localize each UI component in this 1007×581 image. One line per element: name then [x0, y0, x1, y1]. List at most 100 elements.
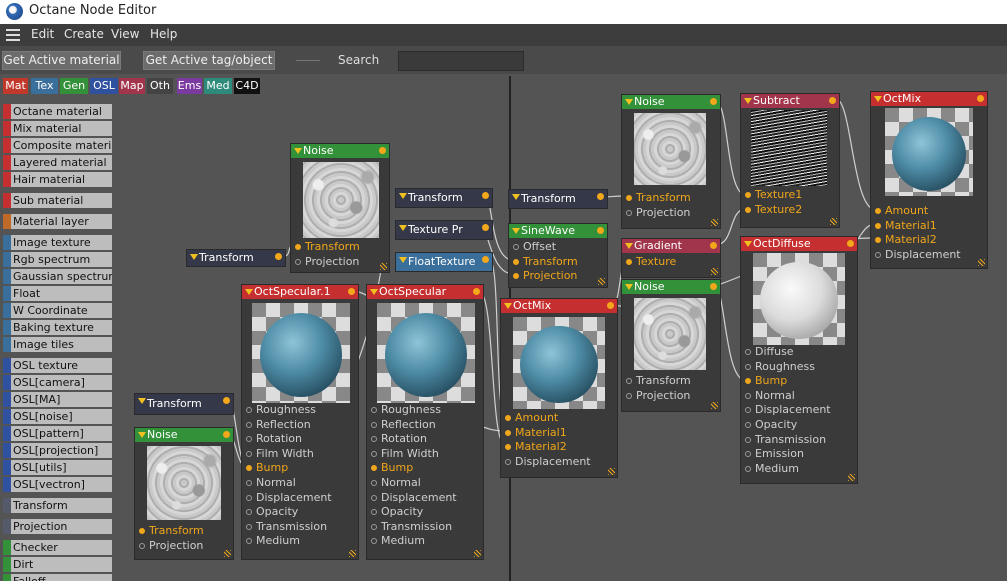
node-header[interactable]: Noise	[622, 280, 720, 294]
node-header[interactable]: Noise	[291, 144, 389, 158]
output-port-icon[interactable]	[482, 192, 489, 199]
node-header[interactable]: FloatTexture	[396, 253, 492, 271]
collapse-triangle-icon[interactable]	[874, 96, 882, 102]
input-pin[interactable]: Medium	[369, 534, 425, 548]
resize-handle-icon[interactable]	[711, 219, 718, 226]
collapse-triangle-icon[interactable]	[399, 193, 407, 199]
input-port-icon[interactable]	[371, 509, 377, 516]
output-port-icon[interactable]	[473, 288, 480, 295]
input-port-icon[interactable]	[246, 538, 252, 545]
sidebar-item[interactable]: Rgb spectrum	[3, 252, 112, 267]
node-octspecular-1[interactable]: OctSpecular.1 Roughness Reflection Rotation…	[241, 284, 359, 560]
sidebar-item[interactable]: Float	[3, 286, 112, 301]
input-pin[interactable]: Texture2	[743, 203, 802, 217]
collapse-triangle-icon[interactable]	[138, 398, 146, 404]
output-port-icon[interactable]	[597, 193, 604, 200]
input-pin[interactable]: Bump	[369, 461, 413, 475]
menu-help[interactable]: Help	[150, 27, 177, 41]
collapse-triangle-icon[interactable]	[399, 225, 407, 231]
input-pin[interactable]: Material2	[873, 233, 937, 247]
input-port-icon[interactable]	[745, 436, 751, 443]
resize-handle-icon[interactable]	[711, 268, 718, 275]
hamburger-menu-icon[interactable]	[6, 29, 20, 41]
collapse-triangle-icon[interactable]	[245, 289, 253, 295]
input-pin[interactable]: Displacement	[369, 491, 457, 505]
input-pin[interactable]: Diffuse	[743, 345, 794, 359]
input-port-icon[interactable]	[371, 538, 377, 545]
node-octmix[interactable]: OctMix Amount Material1 Material2 Displaceme…	[870, 91, 988, 269]
input-port-icon[interactable]	[505, 415, 511, 421]
node-texture-pr[interactable]: Texture Pr	[395, 220, 493, 240]
input-port-icon[interactable]	[626, 209, 632, 216]
input-pin[interactable]: Transform	[624, 374, 691, 388]
sidebar-item[interactable]: Baking texture	[3, 320, 112, 335]
input-port-icon[interactable]	[513, 258, 519, 265]
resize-handle-icon[interactable]	[474, 550, 481, 557]
collapse-triangle-icon[interactable]	[370, 289, 378, 295]
node-header[interactable]: Transform	[187, 250, 285, 266]
category-tab-7[interactable]: Med	[204, 78, 232, 94]
output-port-icon[interactable]	[223, 431, 230, 438]
node-noise[interactable]: Noise Transform Projection	[290, 143, 390, 273]
node-octdiffuse[interactable]: OctDiffuse Diffuse Roughness Bump Normal Disp…	[740, 236, 858, 484]
input-port-icon[interactable]	[246, 523, 252, 530]
output-port-icon[interactable]	[379, 147, 386, 154]
node-header[interactable]: OctSpecular	[367, 285, 483, 299]
input-port-icon[interactable]	[246, 509, 252, 516]
output-port-icon[interactable]	[482, 224, 489, 231]
input-port-icon[interactable]	[745, 349, 751, 355]
collapse-triangle-icon[interactable]	[294, 148, 302, 154]
sidebar-item[interactable]: Layered material	[3, 155, 112, 170]
input-pin[interactable]: Normal	[743, 389, 795, 403]
collapse-triangle-icon[interactable]	[625, 284, 633, 290]
sidebar-item[interactable]: Hair material	[3, 172, 112, 187]
node-header[interactable]: Transform	[509, 190, 607, 208]
node-header[interactable]: Transform	[135, 394, 233, 414]
menu-create[interactable]: Create	[64, 27, 104, 41]
input-port-icon[interactable]	[371, 421, 377, 428]
input-port-icon[interactable]	[875, 237, 881, 244]
input-pin[interactable]: Material1	[873, 219, 937, 233]
sidebar-item[interactable]: Transform	[3, 498, 112, 513]
input-port-icon[interactable]	[745, 465, 751, 472]
input-port-icon[interactable]	[371, 407, 377, 413]
input-port-icon[interactable]	[745, 392, 751, 399]
input-port-icon[interactable]	[875, 208, 881, 214]
input-pin[interactable]: Texture	[624, 255, 676, 269]
input-pin[interactable]: Transform	[137, 524, 204, 538]
input-port-icon[interactable]	[246, 421, 252, 428]
input-port-icon[interactable]	[505, 444, 511, 451]
input-pin[interactable]: Material1	[503, 426, 567, 440]
node-floattexture[interactable]: FloatTexture	[395, 252, 493, 272]
category-tab-6[interactable]: Ems	[177, 78, 202, 94]
category-tab-0[interactable]: Mat	[3, 78, 28, 94]
input-port-icon[interactable]	[513, 244, 519, 250]
node-octspecular[interactable]: OctSpecular Roughness Reflection Rotation Fi…	[366, 284, 484, 560]
node-header[interactable]: Texture Pr	[396, 221, 492, 239]
sidebar-item[interactable]: Checker	[3, 540, 112, 555]
collapse-triangle-icon[interactable]	[190, 254, 198, 260]
sidebar-item[interactable]: OSL[utils]	[3, 460, 112, 475]
input-pin[interactable]: Projection	[624, 206, 690, 220]
input-port-icon[interactable]	[745, 378, 751, 385]
input-pin[interactable]: Offset	[511, 240, 556, 254]
input-pin[interactable]: Normal	[244, 476, 296, 490]
sidebar-item[interactable]: Composite material	[3, 138, 112, 153]
sidebar-item[interactable]: W Coordinate	[3, 303, 112, 318]
resize-handle-icon[interactable]	[608, 468, 615, 475]
input-port-icon[interactable]	[246, 494, 252, 501]
menu-view[interactable]: View	[111, 27, 139, 41]
output-port-icon[interactable]	[482, 256, 489, 263]
sidebar-item[interactable]: Gaussian spectrum	[3, 269, 112, 284]
input-port-icon[interactable]	[371, 436, 377, 443]
resize-handle-icon[interactable]	[848, 474, 855, 481]
input-pin[interactable]: Rotation	[369, 432, 427, 446]
input-pin[interactable]: Medium	[244, 534, 300, 548]
sidebar-item[interactable]: OSL[projection]	[3, 443, 112, 458]
output-port-icon[interactable]	[348, 288, 355, 295]
input-pin[interactable]: Roughness	[743, 360, 815, 374]
category-tab-1[interactable]: Tex	[31, 78, 58, 94]
input-port-icon[interactable]	[246, 407, 252, 413]
collapse-triangle-icon[interactable]	[399, 257, 407, 263]
output-port-icon[interactable]	[275, 253, 282, 260]
